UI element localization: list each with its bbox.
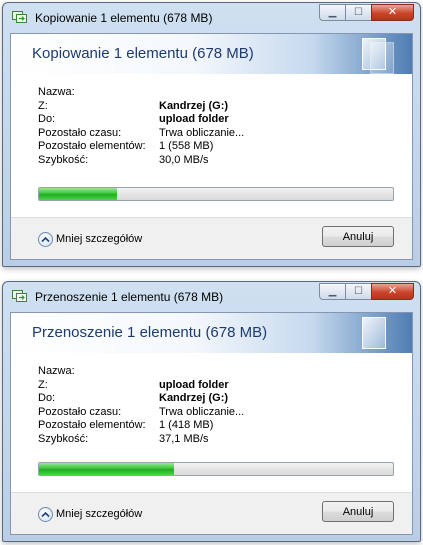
less-details-button[interactable]: Mniej szczegółów <box>38 230 142 248</box>
detail-value: Trwa obliczanie... <box>159 126 245 139</box>
progress-fill <box>39 188 117 200</box>
copy-dialog: Kopiowanie 1 elementu (678 MB) ▁ ☐ ✕ Kop… <box>2 2 421 267</box>
detail-label: Nazwa: <box>38 365 75 377</box>
details-list: Nazwa: Z: upload folder Do: Kandrzej (G:… <box>38 365 402 446</box>
destination-link[interactable]: upload folder <box>159 113 229 126</box>
detail-value: 37,1 MB/s <box>159 432 209 445</box>
detail-row-from: Z: Kandrzej (G:) <box>38 100 402 114</box>
copy-files-icon <box>12 11 27 23</box>
minimize-button[interactable]: ▁ <box>319 4 345 21</box>
source-link[interactable]: Kandrzej (G:) <box>159 100 228 113</box>
operation-heading: Przenoszenie 1 elementu (678 MB) <box>32 324 268 341</box>
maximize-button[interactable]: ☐ <box>345 283 371 300</box>
less-details-button[interactable]: Mniej szczegółów <box>38 505 142 523</box>
title-bar[interactable]: Kopiowanie 1 elementu (678 MB) ▁ ☐ ✕ <box>3 3 420 33</box>
operation-banner: Przenoszenie 1 elementu (678 MB) <box>11 313 412 353</box>
caption-buttons: ▁ ☐ ✕ <box>319 4 414 23</box>
details-list: Nazwa: Z: Kandrzej (G:) Do: upload folde… <box>38 86 402 167</box>
close-button[interactable]: ✕ <box>371 4 414 21</box>
detail-row-to: Do: Kandrzej (G:) <box>38 392 402 406</box>
maximize-icon: ☐ <box>354 6 363 18</box>
detail-value: 1 (418 MB) <box>159 419 214 431</box>
detail-row-name: Nazwa: <box>38 365 402 379</box>
detail-label: Pozostało czasu: <box>38 405 122 418</box>
caption-buttons: ▁ ☐ ✕ <box>319 283 414 302</box>
detail-row-items: Pozostało elementów: 1 (558 MB) <box>38 140 402 154</box>
move-files-icon <box>12 290 27 302</box>
maximize-icon: ☐ <box>354 285 363 297</box>
detail-label: Do: <box>38 392 56 404</box>
detail-label: Szybkość: <box>38 432 89 445</box>
less-details-label: Mniej szczegółów <box>56 508 143 520</box>
maximize-button[interactable]: ☐ <box>345 4 371 21</box>
less-details-label: Mniej szczegółów <box>56 233 143 245</box>
document-icon <box>362 38 386 70</box>
dialog-footer: Mniej szczegółów Anuluj <box>11 217 412 259</box>
detail-row-to: Do: upload folder <box>38 113 402 127</box>
chevron-up-icon <box>38 506 53 522</box>
detail-label: Z: <box>38 378 48 391</box>
document-icon <box>362 317 386 349</box>
detail-row-name: Nazwa: <box>38 86 402 100</box>
dialog-content: Kopiowanie 1 elementu (678 MB) Nazwa: Z:… <box>10 33 413 260</box>
detail-label: Szybkość: <box>38 153 89 166</box>
close-icon: ✕ <box>387 285 398 297</box>
detail-label: Nazwa: <box>38 86 75 98</box>
detail-row-speed: Szybkość: 30,0 MB/s <box>38 154 402 168</box>
detail-label: Pozostało elementów: <box>38 419 146 431</box>
operation-heading: Kopiowanie 1 elementu (678 MB) <box>32 45 254 62</box>
cancel-button[interactable]: Anuluj <box>322 226 394 247</box>
detail-label: Pozostało czasu: <box>38 126 122 139</box>
detail-row-time: Pozostało czasu: Trwa obliczanie... <box>38 127 402 141</box>
detail-row-time: Pozostało czasu: Trwa obliczanie... <box>38 406 402 420</box>
close-icon: ✕ <box>387 6 398 18</box>
progress-fill <box>39 463 174 475</box>
window-title: Przenoszenie 1 elementu (678 MB) <box>35 290 224 304</box>
operation-banner: Kopiowanie 1 elementu (678 MB) <box>11 34 412 74</box>
detail-value: 30,0 MB/s <box>159 153 209 166</box>
dialog-footer: Mniej szczegółów Anuluj <box>11 492 412 534</box>
minimize-icon: ▁ <box>328 6 337 18</box>
detail-label: Z: <box>38 99 48 112</box>
cancel-button[interactable]: Anuluj <box>322 501 394 522</box>
progress-bar <box>38 187 394 201</box>
close-button[interactable]: ✕ <box>371 283 414 300</box>
detail-label: Do: <box>38 113 56 125</box>
move-dialog: Przenoszenie 1 elementu (678 MB) ▁ ☐ ✕ P… <box>2 281 421 542</box>
destination-link[interactable]: Kandrzej (G:) <box>159 392 228 405</box>
title-bar[interactable]: Przenoszenie 1 elementu (678 MB) ▁ ☐ ✕ <box>3 282 420 312</box>
progress-bar <box>38 462 394 476</box>
detail-value: 1 (558 MB) <box>159 140 214 152</box>
source-link[interactable]: upload folder <box>159 379 229 392</box>
chevron-up-icon <box>38 231 53 247</box>
detail-row-items: Pozostało elementów: 1 (418 MB) <box>38 419 402 433</box>
minimize-button[interactable]: ▁ <box>319 283 345 300</box>
detail-label: Pozostało elementów: <box>38 140 146 152</box>
dialog-content: Przenoszenie 1 elementu (678 MB) Nazwa: … <box>10 312 413 535</box>
window-title: Kopiowanie 1 elementu (678 MB) <box>35 11 213 25</box>
detail-value: Trwa obliczanie... <box>159 405 245 418</box>
detail-row-speed: Szybkość: 37,1 MB/s <box>38 433 402 447</box>
detail-row-from: Z: upload folder <box>38 379 402 393</box>
minimize-icon: ▁ <box>328 285 337 297</box>
